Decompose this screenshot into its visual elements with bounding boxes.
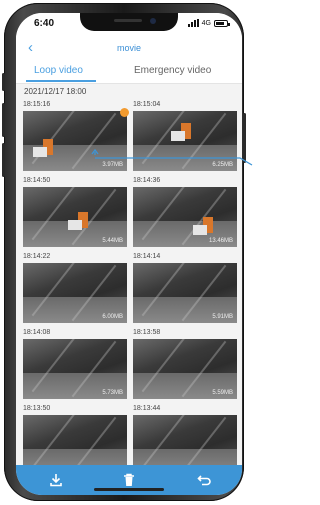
volume-up-button xyxy=(2,103,5,137)
video-file-size: 13.46MB xyxy=(208,238,233,244)
front-camera xyxy=(150,18,156,24)
video-thumbnail[interactable]: 6.00MB xyxy=(23,263,127,323)
download-icon[interactable] xyxy=(48,472,64,488)
bottom-toolbar xyxy=(16,465,242,495)
video-timestamp: 18:13:44 xyxy=(133,405,161,412)
video-timestamp: 18:14:08 xyxy=(23,329,51,336)
notch xyxy=(80,13,178,31)
video-item[interactable]: 18:14:08 5.73MB xyxy=(23,327,127,399)
video-file-size: 5.44MB xyxy=(102,238,123,244)
video-thumbnail[interactable]: 13.46MB xyxy=(133,187,237,247)
video-timestamp: 18:13:50 xyxy=(23,405,51,412)
video-file-size: 5.59MB xyxy=(212,390,233,396)
video-thumbnail[interactable]: 5.59MB xyxy=(133,339,237,399)
video-item[interactable]: 18:14:22 6.00MB xyxy=(23,251,127,323)
video-timestamp: 18:14:14 xyxy=(133,253,161,260)
active-tab-indicator xyxy=(26,80,96,82)
video-timestamp: 18:15:04 xyxy=(133,101,161,108)
new-badge xyxy=(120,108,129,117)
screen: 6:40 4G ‹ movie Loop video Emergency vid… xyxy=(16,13,242,495)
nav-bar: ‹ movie xyxy=(16,35,242,61)
phone-frame: 6:40 4G ‹ movie Loop video Emergency vid… xyxy=(2,3,246,501)
video-timestamp: 18:13:58 xyxy=(133,329,161,336)
tab-bar: Loop video Emergency video xyxy=(16,61,242,84)
volume-down-button xyxy=(2,143,5,177)
video-item[interactable]: 18:14:50 5.44MB xyxy=(23,175,127,247)
return-icon[interactable] xyxy=(196,472,212,488)
video-file-size: 5.91MB xyxy=(212,314,233,320)
battery-icon xyxy=(214,19,230,27)
video-item[interactable]: 18:13:58 5.59MB xyxy=(133,327,237,399)
page-title: movie xyxy=(116,43,141,53)
video-file-size: 6.00MB xyxy=(102,314,123,320)
video-thumbnail[interactable]: 5.73MB xyxy=(23,339,127,399)
tab-loop-video[interactable]: Loop video xyxy=(34,65,83,76)
pointer-arrow xyxy=(91,148,253,166)
home-indicator xyxy=(94,488,164,491)
video-file-size: 5.73MB xyxy=(102,390,123,396)
status-time: 6:40 xyxy=(34,18,55,29)
mute-switch xyxy=(2,73,5,91)
video-thumbnail[interactable]: 5.91MB xyxy=(133,263,237,323)
tab-emergency-video[interactable]: Emergency video xyxy=(134,65,211,76)
video-item[interactable]: 18:14:36 13.46MB xyxy=(133,175,237,247)
speaker xyxy=(114,19,142,22)
signal-icon xyxy=(187,19,199,27)
video-thumbnail[interactable]: 5.44MB xyxy=(23,187,127,247)
group-date: 2021/12/17 18:00 xyxy=(24,87,87,96)
trash-icon[interactable] xyxy=(121,472,137,488)
video-timestamp: 18:15:16 xyxy=(23,101,51,108)
video-item[interactable]: 18:14:14 5.91MB xyxy=(133,251,237,323)
video-timestamp: 18:14:22 xyxy=(23,253,51,260)
network-label: 4G xyxy=(201,19,211,27)
